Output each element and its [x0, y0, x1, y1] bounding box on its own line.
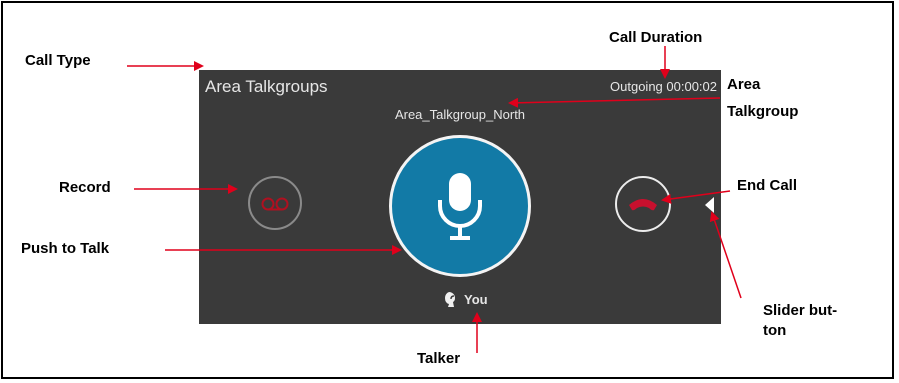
end-call-button[interactable]: [615, 176, 671, 232]
callout-area-talkgroup-line2: Talkgroup: [727, 103, 799, 120]
callout-slider-button-line2: ton: [763, 322, 787, 339]
push-to-talk-button[interactable]: [389, 135, 531, 277]
callout-area-talkgroup-line1: Area: [727, 76, 761, 93]
record-button[interactable]: [248, 176, 302, 230]
slider-button[interactable]: [702, 195, 716, 215]
call-status-duration: Outgoing 00:00:02: [610, 79, 717, 94]
talker-indicator: [443, 291, 459, 309]
callout-record: Record: [59, 179, 111, 196]
speaking-person-icon: [444, 292, 455, 307]
talker-name: You: [464, 292, 488, 307]
hang-up-phone-icon: [629, 199, 657, 211]
callout-push-to-talk: Push to Talk: [21, 240, 110, 257]
caret-left-icon: [705, 197, 714, 213]
call-panel: Area Talkgroups Outgoing 00:00:02 Area_T…: [199, 70, 721, 324]
callout-talker: Talker: [417, 350, 461, 367]
callout-end-call: End Call: [737, 177, 798, 194]
talkgroup-name: Area_Talkgroup_North: [394, 107, 526, 122]
callout-slider-button-line1: Slider but-: [763, 302, 838, 319]
callout-call-duration: Call Duration: [609, 29, 703, 46]
call-type-title: Area Talkgroups: [205, 77, 328, 96]
microphone-icon: [438, 173, 482, 240]
callout-call-type: Call Type: [25, 52, 91, 69]
voicemail-record-icon: [261, 197, 289, 211]
